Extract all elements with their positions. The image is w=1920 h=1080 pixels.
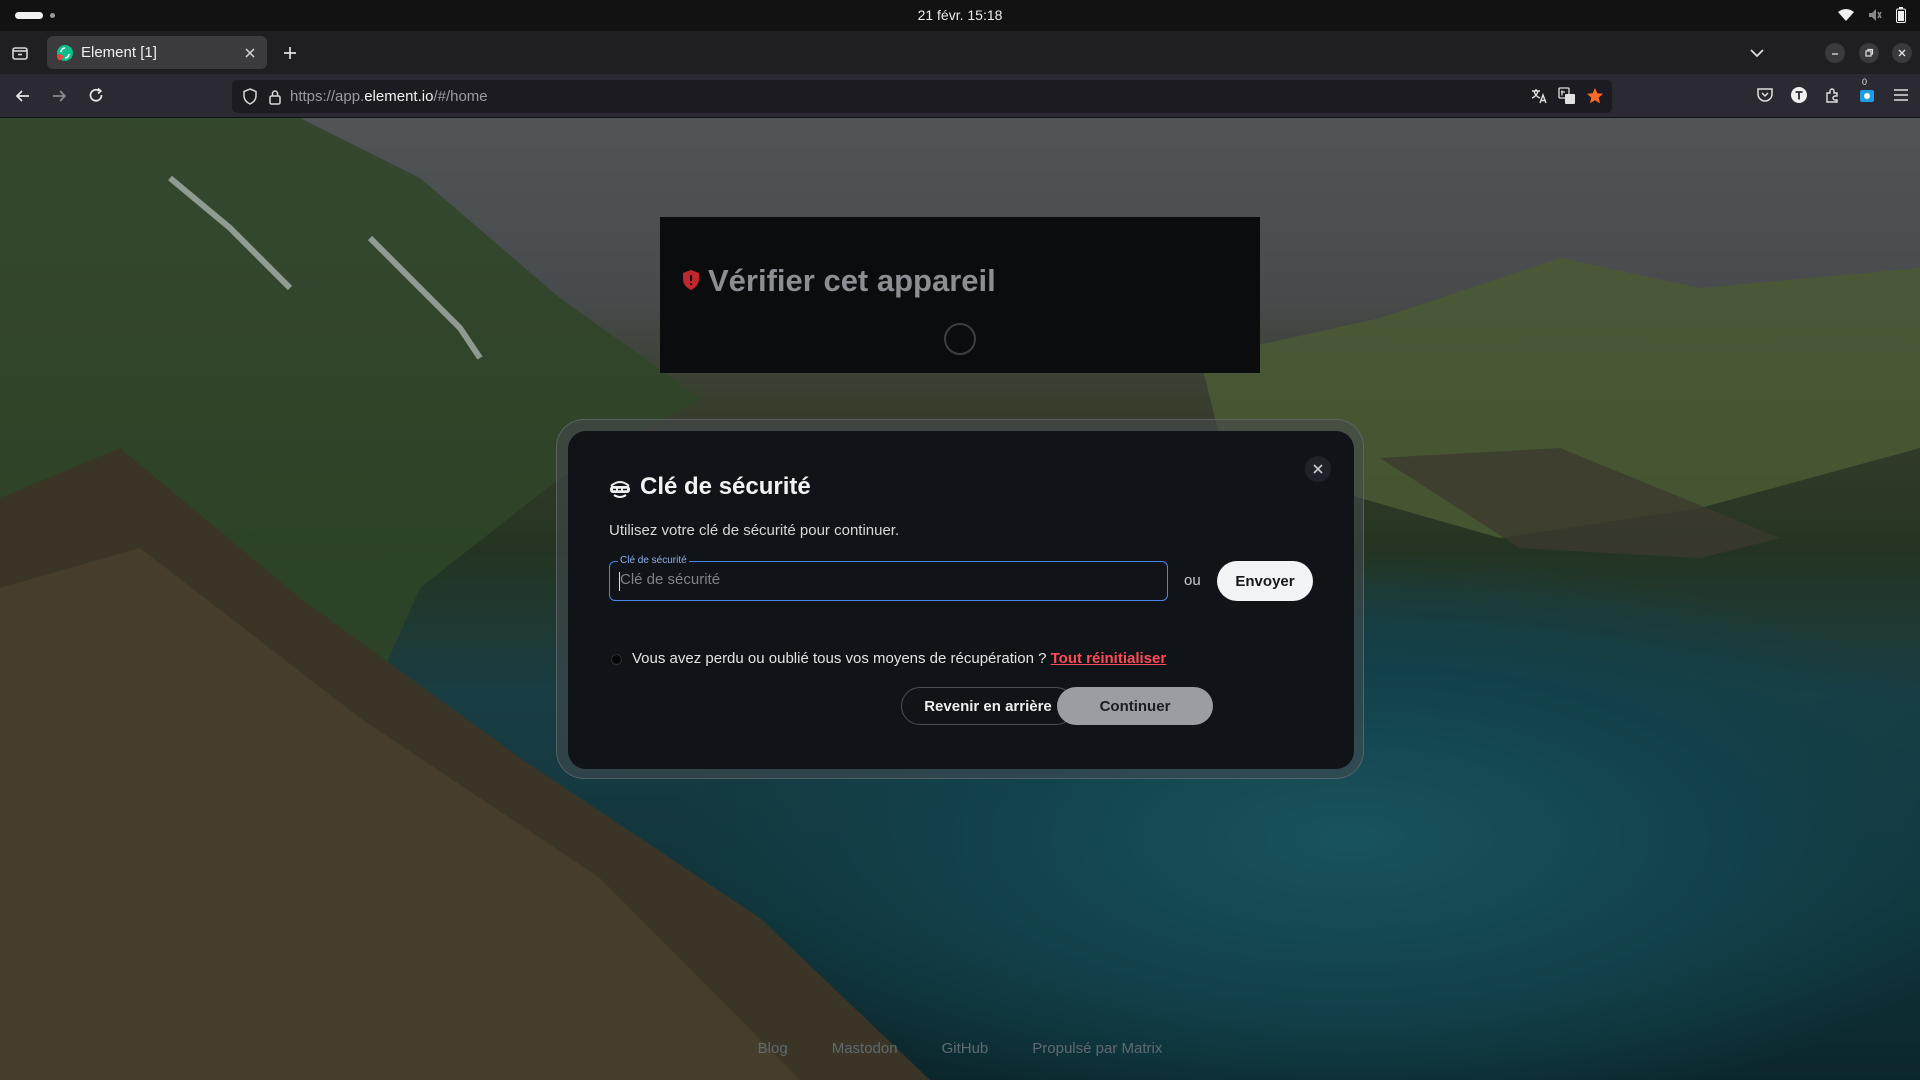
url-bar[interactable]: https://app.element.io/#/home	[232, 80, 1612, 113]
url-text[interactable]: https://app.element.io/#/home	[290, 88, 488, 105]
translate-icon[interactable]	[1530, 87, 1548, 105]
star-icon[interactable]	[1586, 87, 1604, 105]
verify-title: Vérifier cet appareil	[708, 263, 996, 298]
lock-icon[interactable]	[268, 89, 282, 105]
extension-icon	[1860, 90, 1874, 102]
tab-title: Element [1]	[81, 44, 157, 61]
shield-icon[interactable]	[242, 88, 258, 105]
close-icon	[1313, 464, 1323, 474]
os-top-bar: 21 févr. 15:18	[0, 0, 1920, 31]
url-prefix: https://app.	[290, 88, 365, 105]
shield-alert-icon	[683, 270, 699, 290]
reload-icon[interactable]	[86, 86, 106, 106]
tab-element[interactable]: Element [1]	[47, 36, 267, 69]
extension-badge: 0	[1862, 77, 1868, 87]
close-tab-icon[interactable]	[243, 46, 257, 60]
dialog-title: Clé de sécurité	[640, 473, 811, 500]
toolbar-right: 0	[1756, 77, 1910, 104]
chevron-down-icon[interactable]	[1748, 45, 1766, 61]
dialog-subtitle: Utilisez votre clé de sécurité pour cont…	[609, 522, 900, 539]
os-clock[interactable]: 21 févr. 15:18	[0, 7, 1920, 23]
security-key-dialog: Clé de sécurité Utilisez votre clé de sé…	[568, 431, 1354, 769]
url-host: element.io	[364, 88, 434, 105]
volume-muted-icon	[1869, 9, 1882, 21]
page-background: Vérifier cet appareil Clé de sécurité Ut…	[0, 118, 1920, 1080]
key-icon	[610, 481, 630, 498]
page-footer: Blog Mastodon GitHub Propulsé par Matrix	[0, 1040, 1920, 1057]
bullet-dot	[611, 654, 622, 665]
page-translate-icon[interactable]	[1558, 87, 1576, 105]
url-actions	[1530, 87, 1604, 105]
element-favicon-icon	[57, 44, 73, 61]
minimize-icon	[1832, 53, 1838, 55]
security-key-input[interactable]	[620, 571, 1150, 588]
go-back-button[interactable]: Revenir en arrière	[901, 687, 1075, 725]
dialog-close-button[interactable]	[1305, 456, 1331, 482]
browser-nav-bar: https://app.element.io/#/home 0	[0, 74, 1920, 118]
minimize-button[interactable]	[1825, 43, 1845, 63]
extension-badge-button[interactable]: 0	[1858, 77, 1876, 104]
url-path: /#/home	[433, 88, 488, 105]
dialog-backdrop-frame: Clé de sécurité Utilisez votre clé de sé…	[556, 419, 1364, 779]
wifi-icon	[1838, 9, 1854, 21]
verify-device-card: Vérifier cet appareil	[660, 217, 1260, 373]
security-key-field[interactable]: Clé de sécurité	[609, 555, 1168, 601]
security-key-field-label: Clé de sécurité	[618, 555, 689, 566]
menu-icon[interactable]	[1892, 86, 1910, 104]
reset-all-link[interactable]: Tout réinitialiser	[1051, 650, 1167, 667]
account-icon[interactable]	[1790, 86, 1808, 104]
new-tab-icon[interactable]	[280, 43, 300, 63]
footer-link-matrix[interactable]: Propulsé par Matrix	[1032, 1040, 1162, 1057]
continue-button[interactable]: Continuer	[1057, 687, 1213, 725]
battery-icon	[1896, 7, 1906, 23]
or-separator: ou	[1184, 572, 1201, 589]
restore-button[interactable]	[1859, 43, 1879, 63]
back-arrow-icon[interactable]	[13, 86, 33, 106]
footer-link-github[interactable]: GitHub	[942, 1040, 989, 1057]
system-tray[interactable]	[1838, 7, 1906, 23]
tab-overview-icon[interactable]	[10, 43, 30, 63]
forward-arrow-icon[interactable]	[49, 86, 69, 106]
browser-tab-strip: Element [1]	[0, 31, 1920, 74]
footer-link-mastodon[interactable]: Mastodon	[832, 1040, 898, 1057]
loading-spinner	[944, 323, 976, 355]
lost-recovery-question: Vous avez perdu ou oublié tous vos moyen…	[632, 650, 1051, 667]
send-file-button[interactable]: Envoyer	[1217, 561, 1313, 601]
extensions-icon[interactable]	[1824, 86, 1842, 104]
footer-link-blog[interactable]: Blog	[758, 1040, 788, 1057]
lost-recovery-text: Vous avez perdu ou oublié tous vos moyen…	[632, 650, 1166, 667]
restore-icon	[1865, 48, 1874, 57]
close-window-button[interactable]	[1892, 43, 1912, 63]
close-icon	[1898, 49, 1906, 57]
pocket-icon[interactable]	[1756, 86, 1774, 104]
